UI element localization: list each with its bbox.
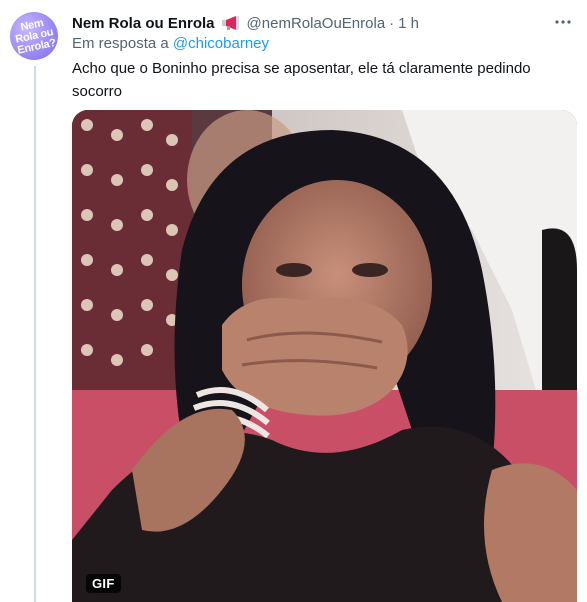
gif-media[interactable]: GIF bbox=[72, 110, 577, 602]
reply-context: Em resposta a @chicobarney bbox=[72, 35, 269, 52]
separator-dot: · bbox=[389, 14, 395, 32]
gif-image bbox=[72, 110, 577, 602]
gif-badge: GIF bbox=[86, 574, 121, 593]
reply-to-link[interactable]: @chicobarney bbox=[173, 35, 269, 52]
megaphone-icon bbox=[221, 16, 239, 30]
user-handle[interactable]: @nemRolaOuEnrola bbox=[247, 15, 386, 32]
avatar[interactable]: Nem Rola ou Enrola? bbox=[10, 12, 58, 60]
more-options-button[interactable] bbox=[551, 10, 575, 34]
thread-line bbox=[34, 66, 36, 602]
reply-prefix: Em resposta a bbox=[72, 35, 169, 52]
tweet-text: Acho que o Boninho precisa se aposentar,… bbox=[72, 60, 531, 100]
more-horizontal-icon bbox=[555, 20, 571, 24]
display-name[interactable]: Nem Rola ou Enrola bbox=[72, 15, 215, 32]
tweet-header: Nem Rola ou Enrola @nemRolaOuEnrola · 1 … bbox=[72, 12, 543, 34]
avatar-logo-text: Nem Rola ou Enrola? bbox=[13, 16, 57, 57]
timestamp[interactable]: 1 h bbox=[398, 15, 419, 32]
